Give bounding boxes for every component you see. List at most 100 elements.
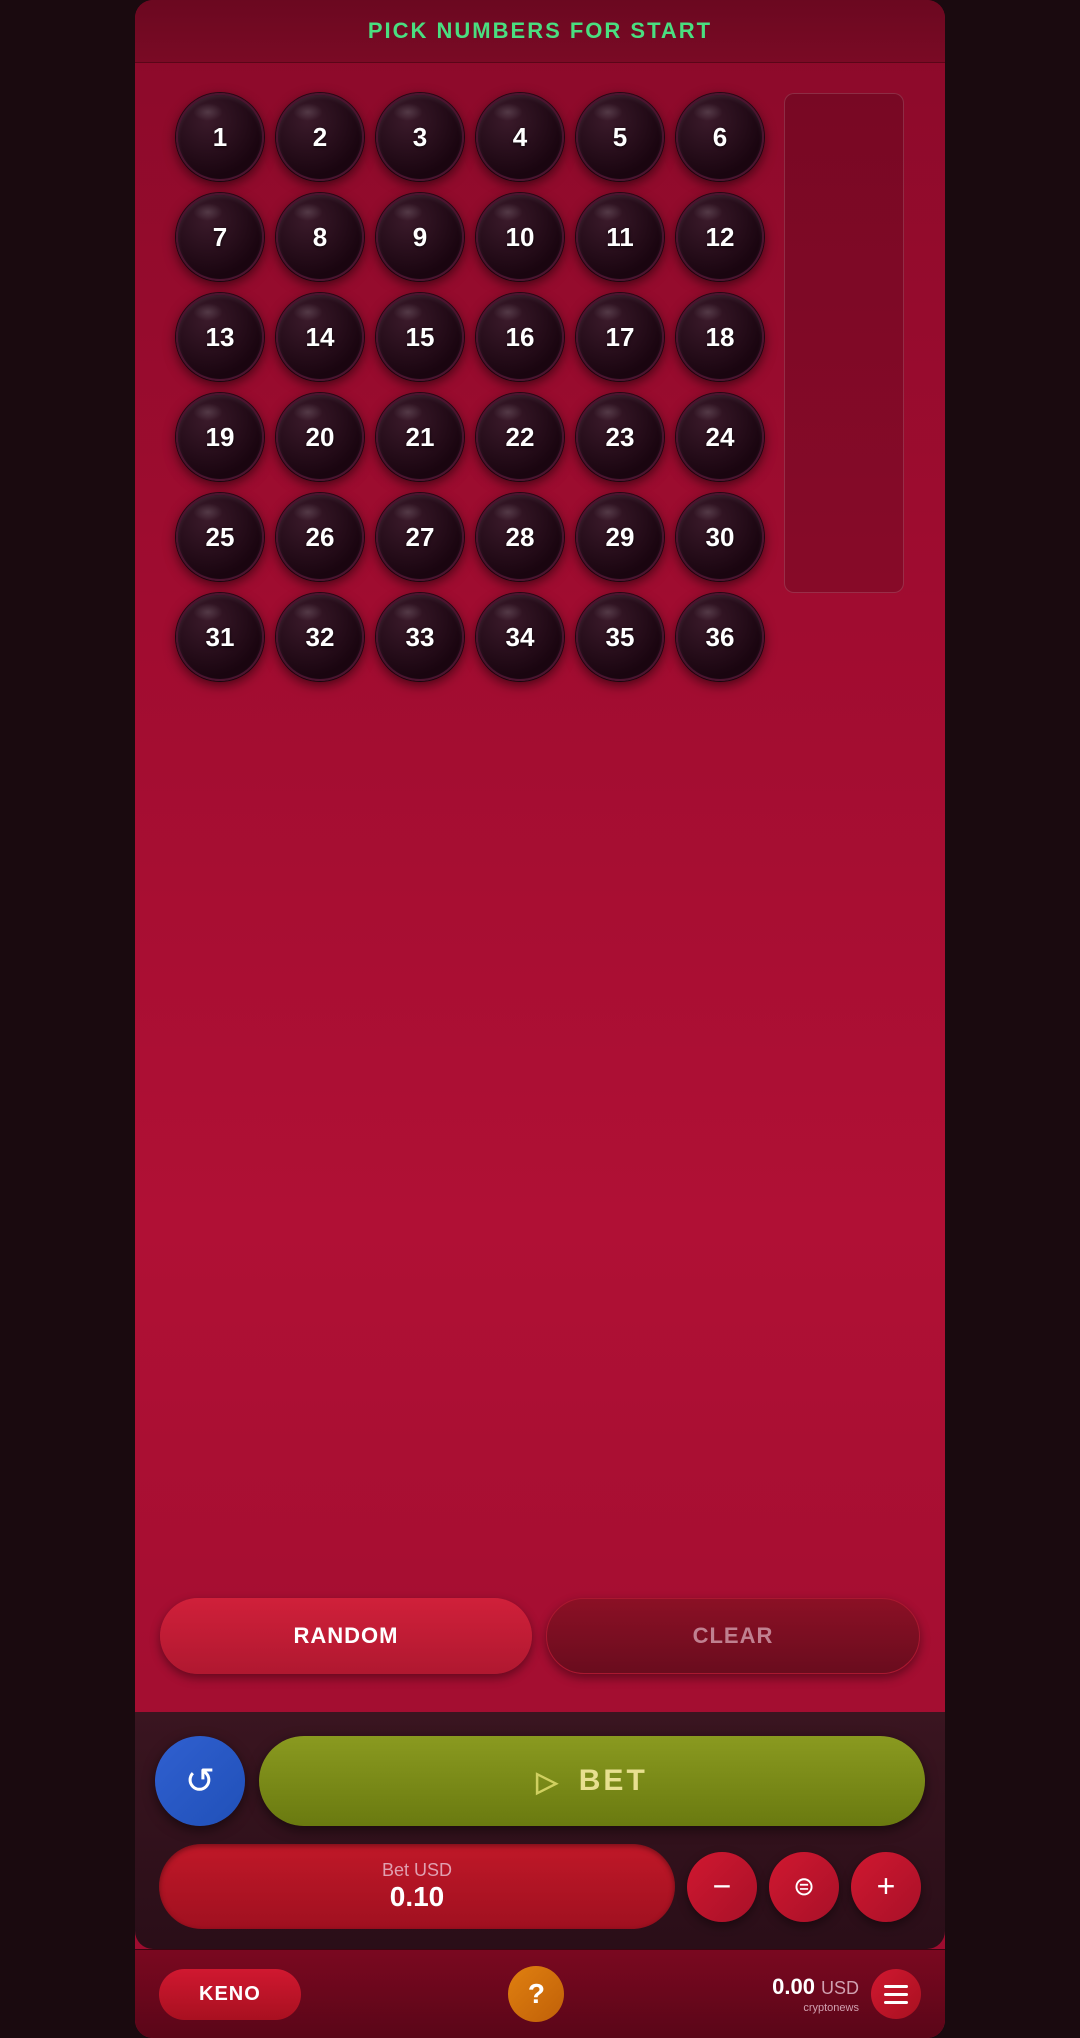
number-label: 23: [606, 422, 635, 453]
bet-amount-row: Bet USD 0.10 − ⊜ +: [155, 1844, 925, 1929]
number-ball-9[interactable]: 9: [376, 193, 464, 281]
number-ball-18[interactable]: 18: [676, 293, 764, 381]
number-ball-3[interactable]: 3: [376, 93, 464, 181]
number-label: 15: [406, 322, 435, 353]
number-label: 35: [606, 622, 635, 653]
number-ball-15[interactable]: 15: [376, 293, 464, 381]
nav-right: 0.00 USD cryptonews: [772, 1969, 921, 2019]
cryptonews-label: cryptonews: [803, 2002, 859, 2014]
top-bar: PICK NUMBERS FOR START: [135, 0, 945, 63]
number-ball-17[interactable]: 17: [576, 293, 664, 381]
number-label: 14: [306, 322, 335, 353]
number-ball-8[interactable]: 8: [276, 193, 364, 281]
number-label: 27: [406, 522, 435, 553]
menu-button[interactable]: [871, 1969, 921, 2019]
number-ball-12[interactable]: 12: [676, 193, 764, 281]
nav-bar: KENO ? 0.00 USD cryptonews: [135, 1949, 945, 2038]
number-label: 20: [306, 422, 335, 453]
number-label: 11: [606, 222, 634, 253]
random-button[interactable]: RANDOM: [160, 1598, 532, 1674]
number-label: 17: [606, 322, 635, 353]
number-ball-5[interactable]: 5: [576, 93, 664, 181]
menu-line-1: [884, 1985, 908, 1988]
number-ball-11[interactable]: 11: [576, 193, 664, 281]
number-label: 34: [506, 622, 535, 653]
number-label: 1: [213, 122, 227, 153]
number-ball-24[interactable]: 24: [676, 393, 764, 481]
number-ball-28[interactable]: 28: [476, 493, 564, 581]
number-ball-27[interactable]: 27: [376, 493, 464, 581]
number-label: 6: [713, 122, 727, 153]
number-label: 30: [706, 522, 735, 553]
number-label: 9: [413, 222, 427, 253]
bet-increase-button[interactable]: +: [851, 1852, 921, 1922]
bet-amount-display: Bet USD 0.10: [159, 1844, 675, 1929]
menu-line-2: [884, 1993, 908, 1996]
replay-button[interactable]: ↺: [155, 1736, 245, 1826]
balance-value: 0.00: [772, 1974, 815, 2000]
number-ball-20[interactable]: 20: [276, 393, 364, 481]
number-ball-4[interactable]: 4: [476, 93, 564, 181]
number-ball-1[interactable]: 1: [176, 93, 264, 181]
number-label: 31: [206, 622, 235, 653]
app-container: PICK NUMBERS FOR START 12345678910111213…: [135, 0, 945, 2038]
number-ball-26[interactable]: 26: [276, 493, 364, 581]
replay-icon: ↺: [185, 1760, 215, 1802]
number-label: 19: [206, 422, 235, 453]
number-label: 5: [613, 122, 627, 153]
bottom-controls: ↺ ▷ BET Bet USD 0.10 − ⊜ +: [135, 1712, 945, 1949]
question-icon: ?: [528, 1978, 545, 2010]
number-ball-7[interactable]: 7: [176, 193, 264, 281]
number-ball-2[interactable]: 2: [276, 93, 364, 181]
number-ball-23[interactable]: 23: [576, 393, 664, 481]
balance-container: 0.00 USD cryptonews: [772, 1974, 859, 2014]
number-ball-21[interactable]: 21: [376, 393, 464, 481]
play-icon: ▷: [536, 1765, 561, 1798]
number-ball-30[interactable]: 30: [676, 493, 764, 581]
number-label: 18: [706, 322, 735, 353]
number-label: 21: [406, 422, 435, 453]
number-ball-32[interactable]: 32: [276, 593, 364, 681]
bet-row: ↺ ▷ BET: [155, 1736, 925, 1826]
number-ball-35[interactable]: 35: [576, 593, 664, 681]
grid-wrapper: 1234567891011121314151617181920212223242…: [176, 93, 904, 681]
bet-decrease-button[interactable]: −: [687, 1852, 757, 1922]
balance-display: 0.00 USD: [772, 1974, 859, 2000]
number-ball-16[interactable]: 16: [476, 293, 564, 381]
number-label: 33: [406, 622, 435, 653]
number-ball-22[interactable]: 22: [476, 393, 564, 481]
number-ball-33[interactable]: 33: [376, 593, 464, 681]
number-label: 32: [306, 622, 335, 653]
number-ball-25[interactable]: 25: [176, 493, 264, 581]
number-label: 3: [413, 122, 427, 153]
clear-button[interactable]: CLEAR: [546, 1598, 920, 1674]
number-ball-14[interactable]: 14: [276, 293, 364, 381]
number-label: 36: [706, 622, 735, 653]
keno-button[interactable]: KENO: [159, 1969, 301, 2020]
number-label: 4: [513, 122, 527, 153]
number-ball-29[interactable]: 29: [576, 493, 664, 581]
number-ball-19[interactable]: 19: [176, 393, 264, 481]
number-label: 26: [306, 522, 335, 553]
menu-line-3: [884, 2001, 908, 2004]
number-label: 13: [206, 322, 235, 353]
number-label: 24: [706, 422, 735, 453]
help-button[interactable]: ?: [508, 1966, 564, 2022]
action-buttons: RANDOM CLEAR: [150, 1598, 930, 1674]
bet-label: Bet USD: [382, 1860, 452, 1881]
number-label: 2: [313, 122, 327, 153]
side-panel: [784, 93, 904, 593]
number-ball-6[interactable]: 6: [676, 93, 764, 181]
number-ball-34[interactable]: 34: [476, 593, 564, 681]
number-ball-10[interactable]: 10: [476, 193, 564, 281]
bet-stack-button[interactable]: ⊜: [769, 1852, 839, 1922]
number-label: 28: [506, 522, 535, 553]
number-label: 25: [206, 522, 235, 553]
number-ball-31[interactable]: 31: [176, 593, 264, 681]
number-label: 10: [506, 222, 535, 253]
game-area: 1234567891011121314151617181920212223242…: [135, 63, 945, 1694]
number-ball-36[interactable]: 36: [676, 593, 764, 681]
bet-button[interactable]: ▷ BET: [259, 1736, 925, 1826]
number-ball-13[interactable]: 13: [176, 293, 264, 381]
number-label: 8: [313, 222, 327, 253]
